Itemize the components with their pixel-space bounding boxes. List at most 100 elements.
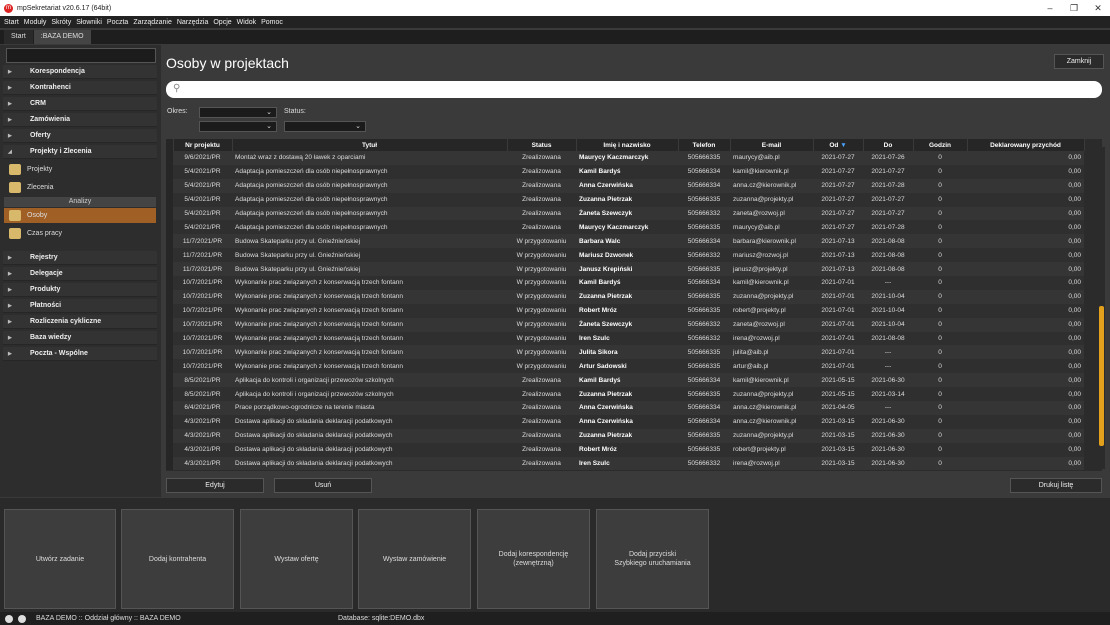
delete-button[interactable]: Usuń [274,478,372,493]
row-header[interactable] [166,234,173,249]
column-header[interactable]: Imię i nazwisko [576,139,679,151]
sidebar-item-rozliczenia-cykliczne[interactable]: ▶ Rozliczenia cykliczne [3,315,157,329]
add-contractor-button[interactable]: Dodaj kontrahenta [121,509,234,609]
table-row[interactable]: 8/5/2021/PR Aplikacja do kontroli i organ… [166,387,1084,402]
issue-offer-button[interactable]: Wystaw ofertę [240,509,353,609]
sidebar-search-input[interactable] [6,48,156,63]
column-header[interactable]: Telefon [678,139,731,151]
sidebar-item-projekty-i-zlecenia[interactable]: ◢ Projekty i Zlecenia [3,145,157,159]
menu-poczta[interactable]: Poczta [107,19,128,26]
sidebar-item-platnosci[interactable]: ▶ Płatności [3,299,157,313]
add-quick-buttons-button[interactable]: Dodaj przyciski Szybkiego uruchamiania [596,509,709,609]
table-row[interactable]: 10/7/2021/PR Wykonanie prac związanych z … [166,276,1084,290]
row-header[interactable] [166,206,173,221]
table-row[interactable]: 10/7/2021/PR Wykonanie prac związanych z … [166,303,1084,318]
table-row[interactable]: 5/4/2021/PR Adaptacja pomieszczeń dla osó… [166,192,1084,207]
table-row[interactable]: 5/4/2021/PR Adaptacja pomieszczeń dla osó… [166,164,1084,179]
table-row[interactable]: 10/7/2021/PR Wykonanie prac związanych z … [166,289,1084,304]
sidebar-item-zamowienia[interactable]: ▶ Zamówienia [3,113,157,127]
period-select-range[interactable]: ⌄ [199,121,277,132]
menu-opcje[interactable]: Opcje [213,19,231,26]
sidebar-item-delegacje[interactable]: ▶ Delegacje [3,267,157,281]
row-header[interactable] [166,164,173,179]
table-row[interactable]: 5/4/2021/PR Adaptacja pomieszczeń dla osó… [166,220,1084,235]
row-header[interactable] [166,289,173,304]
sidebar-item-poczta-wspolne[interactable]: ▶ Poczta - Wspólne [3,347,157,361]
table-row[interactable]: 5/4/2021/PR Adaptacja pomieszczeń dla osó… [166,178,1084,193]
period-select-type[interactable]: ⌄ [199,107,277,118]
menu-skroty[interactable]: Skróty [51,19,71,26]
row-header[interactable] [166,303,173,318]
column-header[interactable]: Status [507,139,577,151]
sidebar-item-czas-pracy[interactable]: Czas pracy [4,226,156,241]
row-header[interactable] [166,359,173,374]
row-header[interactable] [166,151,173,165]
add-correspondence-button[interactable]: Dodaj korespondencję (zewnętrzną) [477,509,590,609]
close-window-button[interactable]: ✕ [1086,0,1110,16]
table-row[interactable]: 6/4/2021/PR Prace porządkowo-ogrodnicze n… [166,401,1084,415]
column-header[interactable]: Od ▼ [813,139,864,151]
search-input[interactable]: ⚲ [166,81,1102,98]
table-row[interactable]: 8/5/2021/PR Aplikacja do kontroli i organ… [166,373,1084,388]
table-row[interactable]: 9/6/2021/PR Montaż wraz z dostawą 20 ławe… [166,151,1084,165]
maximize-button[interactable]: ❐ [1062,0,1086,16]
sidebar-item-produkty[interactable]: ▶ Produkty [3,283,157,297]
row-header[interactable] [166,387,173,402]
row-header[interactable] [166,276,173,290]
sidebar-item-rejestry[interactable]: ▶ Rejestry [3,251,157,265]
column-header[interactable]: Tytuł [232,139,508,151]
sidebar-item-crm[interactable]: ▶ CRM [3,97,157,111]
tab-start[interactable]: Start [4,30,33,44]
issue-order-button[interactable]: Wystaw zamówienie [358,509,471,609]
row-header[interactable] [166,262,173,277]
table-row[interactable]: 4/3/2021/PR Dostawa aplikacji do składani… [166,456,1084,471]
table-row[interactable]: 10/7/2021/PR Wykonanie prac związanych z … [166,331,1084,346]
row-header[interactable] [166,178,173,193]
row-header[interactable] [166,442,173,457]
table-row[interactable]: 5/4/2021/PR Adaptacja pomieszczeń dla osó… [166,206,1084,221]
create-task-button[interactable]: Utwórz zadanie [4,509,116,609]
row-header[interactable] [166,373,173,388]
column-header[interactable]: Nr projektu [173,139,233,151]
row-header[interactable] [166,401,173,415]
table-row[interactable]: 4/3/2021/PR Dostawa aplikacji do składani… [166,414,1084,429]
sidebar-item-osoby[interactable]: Osoby [4,208,156,223]
minimize-button[interactable]: – [1038,0,1062,16]
table-scrollbar[interactable] [1098,147,1105,469]
menu-moduly[interactable]: Moduły [24,19,47,26]
sidebar-item-korespondencja[interactable]: ▶ Korespondencja [3,65,157,79]
menu-start[interactable]: Start [4,19,19,26]
row-header[interactable] [166,428,173,443]
row-header[interactable] [166,317,173,332]
row-header[interactable] [166,192,173,207]
print-list-button[interactable]: Drukuj listę [1010,478,1102,493]
table-row[interactable]: 11/7/2021/PR Budowa Skateparku przy ul. G… [166,262,1084,277]
column-header[interactable]: Do [863,139,914,151]
row-header[interactable] [166,331,173,346]
close-panel-button[interactable]: Zamknij [1054,54,1104,69]
column-header[interactable]: Deklarowany przychód [967,139,1085,151]
sidebar-item-zlecenia[interactable]: Zlecenia [4,180,156,195]
row-header[interactable] [166,456,173,471]
sidebar-item-projekty[interactable]: Projekty [4,162,156,177]
menu-zarzadzanie[interactable]: Zarządzanie [133,19,172,26]
column-header[interactable]: E-mail [730,139,814,151]
sidebar-item-oferty[interactable]: ▶ Oferty [3,129,157,143]
edit-button[interactable]: Edytuj [166,478,264,493]
column-header[interactable]: Godzin [913,139,968,151]
sidebar-item-baza-wiedzy[interactable]: ▶ Baza wiedzy [3,331,157,345]
table-row[interactable]: 10/7/2021/PR Wykonanie prac związanych z … [166,317,1084,332]
table-row[interactable]: 11/7/2021/PR Budowa Skateparku przy ul. G… [166,248,1084,263]
row-header[interactable] [166,345,173,360]
row-header[interactable] [166,220,173,235]
sidebar-item-kontrahenci[interactable]: ▶ Kontrahenci [3,81,157,95]
menu-pomoc[interactable]: Pomoc [261,19,283,26]
table-row[interactable]: 11/7/2021/PR Budowa Skateparku przy ul. G… [166,234,1084,249]
menu-widok[interactable]: Widok [237,19,256,26]
row-header[interactable] [166,414,173,429]
menu-slowniki[interactable]: Słowniki [76,19,102,26]
row-header[interactable] [166,248,173,263]
table-row[interactable]: 4/3/2021/PR Dostawa aplikacji do składani… [166,442,1084,457]
table-row[interactable]: 10/7/2021/PR Wykonanie prac związanych z … [166,359,1084,374]
status-select[interactable]: ⌄ [284,121,366,132]
